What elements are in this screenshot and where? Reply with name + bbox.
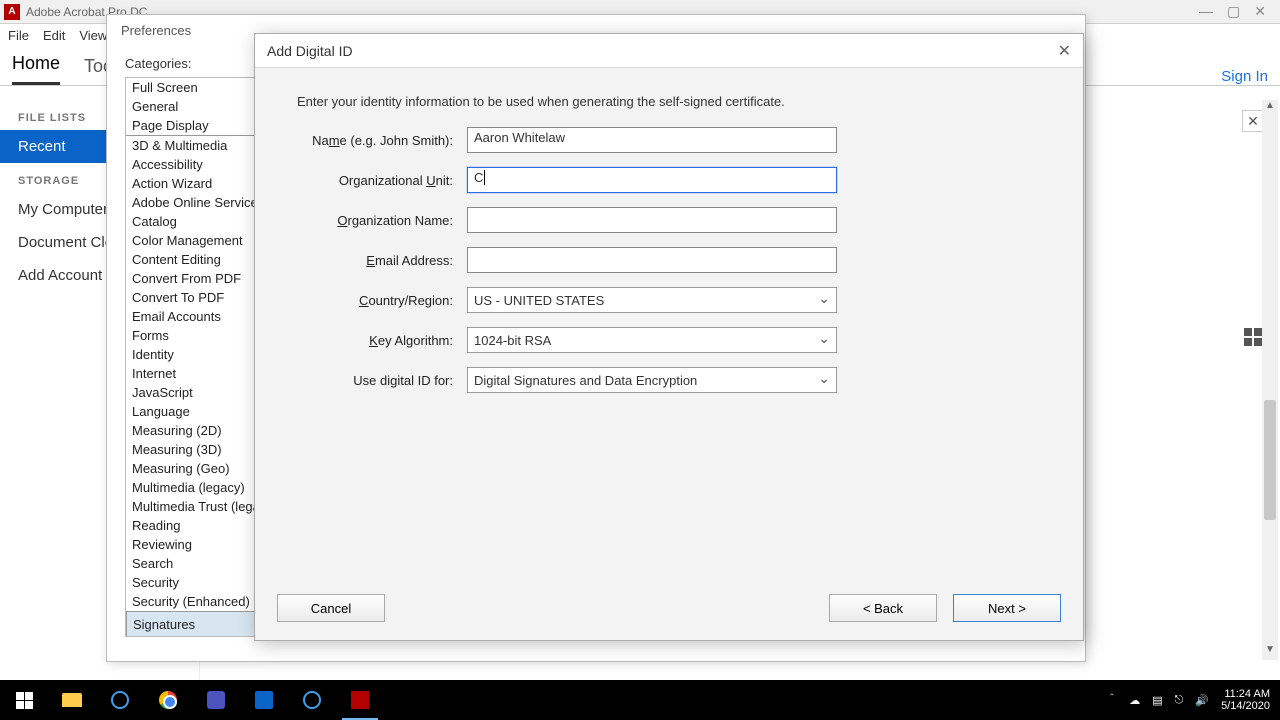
category-item[interactable]: Reviewing [126,535,270,554]
taskbar-clock[interactable]: 11:24 AM 5/14/2020 [1221,688,1270,712]
category-item[interactable]: General [126,97,270,116]
category-item[interactable]: 3D & Multimedia [126,136,270,155]
category-item[interactable]: Measuring (3D) [126,440,270,459]
category-item[interactable]: Signatures [126,611,271,637]
use-for-select[interactable]: Digital Signatures and Data Encryption [467,367,837,393]
category-item[interactable]: Measuring (Geo) [126,459,270,478]
taskbar-circle-icon[interactable] [288,680,336,720]
menu-view[interactable]: View [79,28,107,43]
category-item[interactable]: Page Display [126,116,270,135]
category-item[interactable]: Content Editing [126,250,270,269]
category-item[interactable]: Multimedia Trust (legacy) [126,497,270,516]
category-item[interactable]: Action Wizard [126,174,270,193]
org-name-field[interactable] [467,207,837,233]
taskbar-ie-icon[interactable] [96,680,144,720]
instruction-text: Enter your identity information to be us… [297,94,1041,109]
category-item[interactable]: Security [126,573,270,592]
taskbar-file-explorer-icon[interactable] [48,680,96,720]
taskbar-outlook-icon[interactable] [240,680,288,720]
back-button[interactable]: < Back [829,594,937,622]
category-item[interactable]: Catalog [126,212,270,231]
category-item[interactable]: Convert To PDF [126,288,270,307]
category-item[interactable]: Full Screen [126,78,270,97]
right-panel-close-icon[interactable]: ✕ [1242,110,1264,132]
tray-chevron-icon[interactable]: ＾ [1106,692,1117,708]
clock-date: 5/14/2020 [1221,700,1270,712]
category-item[interactable]: Color Management [126,231,270,250]
tray-volume-icon[interactable]: 🔊 [1195,694,1209,707]
category-item[interactable]: Measuring (2D) [126,421,270,440]
vertical-scrollbar[interactable]: ▲ ▼ [1262,100,1278,660]
scroll-thumb[interactable] [1264,400,1276,520]
label-use-for: Use digital ID for: [297,373,467,388]
maximize-icon[interactable]: ▢ [1227,3,1240,20]
category-item[interactable]: Search [126,554,270,573]
label-name: Name (e.g. John Smith): [297,133,467,148]
category-item[interactable]: Language [126,402,270,421]
category-item[interactable]: Convert From PDF [126,269,270,288]
category-item[interactable]: Security (Enhanced) [126,592,270,611]
clock-time: 11:24 AM [1221,688,1270,700]
category-item[interactable]: Email Accounts [126,307,270,326]
label-email: Email Address: [297,253,467,268]
category-item[interactable]: Identity [126,345,270,364]
close-icon[interactable]: ✕ [1254,3,1266,20]
category-item[interactable]: JavaScript [126,383,270,402]
label-org-unit: Organizational Unit: [297,173,467,188]
tab-home[interactable]: Home [12,53,60,85]
cancel-button[interactable]: Cancel [277,594,385,622]
tray-onedrive-icon[interactable]: ☁ [1129,694,1140,707]
minimize-icon[interactable]: — [1199,3,1213,20]
add-digital-id-dialog: Add Digital ID ✕ Enter your identity inf… [254,33,1084,641]
taskbar-acrobat-icon[interactable] [336,680,384,720]
taskbar-teams-icon[interactable] [192,680,240,720]
grid-view-icon[interactable] [1244,328,1262,346]
next-button[interactable]: Next > [953,594,1061,622]
categories-list[interactable]: Full ScreenGeneralPage Display 3D & Mult… [125,77,271,637]
tray-network-icon[interactable]: ▤ [1152,694,1162,707]
dialog-close-icon[interactable]: ✕ [1058,41,1071,61]
taskbar: ＾ ☁ ▤ ⎋ 🔊 11:24 AM 5/14/2020 [0,680,1280,720]
dialog-title: Add Digital ID [267,43,353,59]
menu-file[interactable]: File [8,28,29,43]
category-item[interactable]: Internet [126,364,270,383]
dialog-titlebar: Add Digital ID ✕ [255,34,1083,68]
org-unit-field[interactable]: C [467,167,837,193]
name-field[interactable]: Aaron Whitelaw [467,127,837,153]
country-select[interactable]: US - UNITED STATES [467,287,837,313]
start-button[interactable] [0,680,48,720]
taskbar-chrome-icon[interactable] [144,680,192,720]
menu-edit[interactable]: Edit [43,28,65,43]
category-item[interactable]: Multimedia (legacy) [126,478,270,497]
label-country: Country/Region: [297,293,467,308]
email-field[interactable] [467,247,837,273]
category-item[interactable]: Accessibility [126,155,270,174]
key-algorithm-select[interactable]: 1024-bit RSA [467,327,837,353]
category-item[interactable]: Forms [126,326,270,345]
category-item[interactable]: Reading [126,516,270,535]
acrobat-icon: A [4,4,20,20]
tray-wifi-icon[interactable]: ⎋ [1175,694,1184,707]
category-item[interactable]: Adobe Online Services [126,193,270,212]
scroll-up-icon[interactable]: ▲ [1262,100,1278,116]
label-org-name: Organization Name: [297,213,467,228]
signin-link[interactable]: Sign In [1221,68,1268,85]
scroll-down-icon[interactable]: ▼ [1262,644,1278,660]
system-tray: ＾ ☁ ▤ ⎋ 🔊 11:24 AM 5/14/2020 [1106,688,1280,712]
label-key-algorithm: Key Algorithm: [297,333,467,348]
